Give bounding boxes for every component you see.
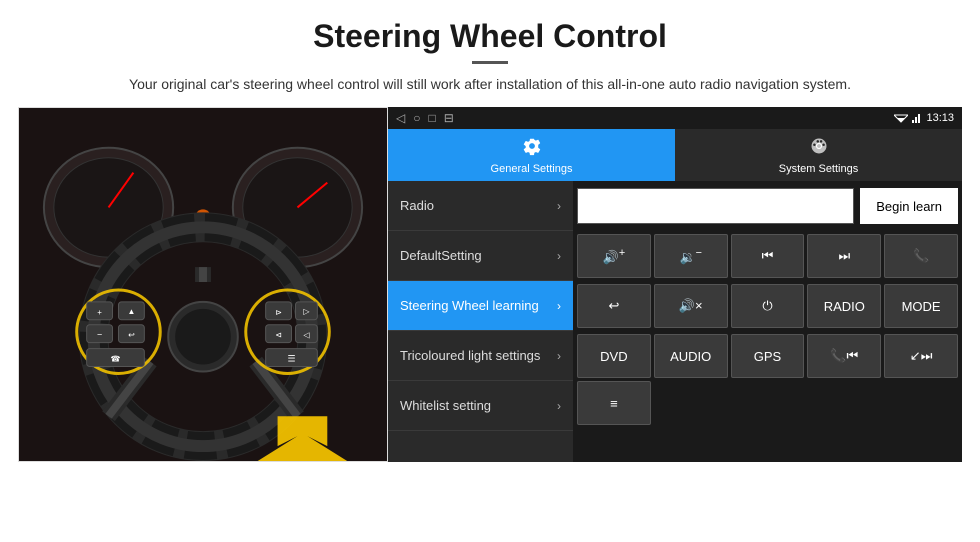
nav-home-icon[interactable]: ○ [413, 111, 420, 125]
audio-button[interactable]: AUDIO [654, 334, 728, 378]
menu-default-label: DefaultSetting [400, 248, 482, 263]
phone-prev-icon: 📞⏮ [830, 348, 858, 364]
controls-grid-row2: ↩ 🔊× ⏻ RADIO MODE [573, 281, 962, 331]
chevron-icon: › [557, 349, 561, 363]
menu-item-steering-wheel[interactable]: Steering Wheel learning › [388, 281, 573, 331]
list-button[interactable]: ≡ [577, 381, 651, 425]
wifi-icon [894, 113, 908, 123]
svg-text:◁: ◁ [303, 331, 310, 340]
phone-icon: 📞 [913, 248, 929, 264]
phone-button[interactable]: 📞 [884, 234, 958, 278]
dvd-button[interactable]: DVD [577, 334, 651, 378]
svg-text:⊲: ⊲ [275, 331, 282, 340]
status-bar: ◁ ○ □ ⊟ 13:13 [388, 107, 962, 129]
next-track-icon: ⏭ [838, 248, 850, 264]
nav-back-icon[interactable]: ◁ [396, 111, 405, 125]
general-settings-icon [522, 136, 542, 161]
nav-buttons: ◁ ○ □ ⊟ [396, 111, 454, 125]
menu-item-default-setting[interactable]: DefaultSetting › [388, 231, 573, 281]
power-button[interactable]: ⏻ [731, 284, 805, 328]
gps-button[interactable]: GPS [731, 334, 805, 378]
radio-button[interactable]: RADIO [807, 284, 881, 328]
radio-label: RADIO [824, 299, 865, 314]
content-area: Radio › DefaultSetting › Steering Wheel … [388, 181, 962, 462]
chevron-icon: › [557, 399, 561, 413]
svg-text:▷: ▷ [303, 307, 310, 316]
chevron-icon: › [557, 199, 561, 213]
tab-general-label: General Settings [491, 163, 573, 175]
menu-tricoloured-label: Tricoloured light settings [400, 348, 540, 363]
vol-down-button[interactable]: 🔉− [654, 234, 728, 278]
audio-label: AUDIO [670, 349, 711, 364]
list-icon: ≡ [610, 396, 618, 411]
hang-up-button[interactable]: ↩ [577, 284, 651, 328]
dvd-label: DVD [600, 349, 627, 364]
nav-extra-icon[interactable]: ⊟ [444, 111, 454, 125]
hang-up-icon: ↩ [608, 298, 619, 314]
top-row: Begin learn [573, 181, 962, 231]
prev-track-icon: ⏮ [762, 248, 774, 264]
controls-grid-row1: 🔊+ 🔉− ⏮ ⏭ 📞 [573, 231, 962, 281]
right-panel: Begin learn 🔊+ 🔉− ⏮ ⏭ [573, 181, 962, 462]
vol-up-icon: 🔊+ [603, 247, 626, 265]
svg-text:▲: ▲ [127, 307, 135, 316]
clock: 13:13 [926, 112, 954, 124]
tab-system[interactable]: System Settings [675, 129, 962, 181]
menu-radio-label: Radio [400, 198, 434, 213]
svg-text:☰: ☰ [287, 354, 295, 364]
system-settings-icon [809, 136, 829, 161]
vol-up-button[interactable]: 🔊+ [577, 234, 651, 278]
next-track-button[interactable]: ⏭ [807, 234, 881, 278]
tab-general[interactable]: General Settings [388, 129, 675, 181]
phone-next-button[interactable]: ↙⏭ [884, 334, 958, 378]
menu-whitelist-label: Whitelist setting [400, 398, 491, 413]
menu-steering-label: Steering Wheel learning [400, 298, 539, 313]
chevron-icon: › [557, 299, 561, 313]
title-divider [472, 61, 508, 64]
menu-item-whitelist[interactable]: Whitelist setting › [388, 381, 573, 431]
left-menu: Radio › DefaultSetting › Steering Wheel … [388, 181, 573, 462]
menu-item-tricoloured[interactable]: Tricoloured light settings › [388, 331, 573, 381]
mode-button[interactable]: MODE [884, 284, 958, 328]
car-image: + − ▲ ↩ ☎ ⊳ ⊲ ▷ ◁ ☰ [18, 107, 388, 462]
chevron-icon: › [557, 249, 561, 263]
status-bar-right: 13:13 [894, 112, 954, 124]
signal-icon [912, 113, 922, 123]
svg-text:−: − [97, 330, 102, 340]
android-panel: ◁ ○ □ ⊟ 13:13 [388, 107, 962, 462]
key-input-box[interactable] [577, 188, 854, 224]
main-content: + − ▲ ↩ ☎ ⊳ ⊲ ▷ ◁ ☰ [18, 107, 962, 462]
mute-icon: 🔊× [679, 298, 703, 314]
begin-learn-button[interactable]: Begin learn [860, 188, 958, 224]
prev-track-button[interactable]: ⏮ [731, 234, 805, 278]
menu-item-radio[interactable]: Radio › [388, 181, 573, 231]
page-header: Steering Wheel Control Your original car… [0, 0, 980, 107]
controls-grid-row4: ≡ [573, 381, 962, 428]
page-title: Steering Wheel Control [20, 18, 960, 55]
vol-down-icon: 🔉− [679, 247, 702, 265]
gps-label: GPS [754, 349, 781, 364]
page-description: Your original car's steering wheel contr… [20, 74, 960, 95]
svg-text:↩: ↩ [128, 331, 135, 340]
tab-system-label: System Settings [779, 163, 858, 175]
phone-prev-button[interactable]: 📞⏮ [807, 334, 881, 378]
svg-text:⊳: ⊳ [275, 308, 282, 317]
mode-label: MODE [902, 299, 941, 314]
phone-next-icon: ↙⏭ [910, 348, 933, 364]
power-icon: ⏻ [762, 298, 772, 314]
nav-recent-icon[interactable]: □ [428, 111, 435, 125]
svg-text:+: + [97, 308, 102, 317]
tab-bar: General Settings System Settings [388, 129, 962, 181]
svg-text:☎: ☎ [111, 355, 121, 364]
mute-button[interactable]: 🔊× [654, 284, 728, 328]
controls-grid-row3: DVD AUDIO GPS 📞⏮ ↙⏭ [573, 331, 962, 381]
